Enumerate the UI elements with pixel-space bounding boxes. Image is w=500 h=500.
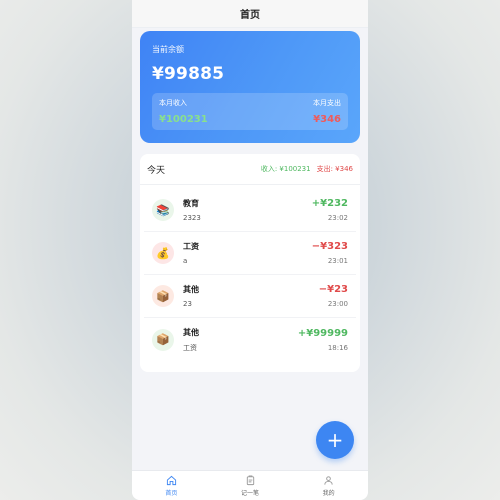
- tab-profile[interactable]: 我的: [289, 471, 368, 500]
- record-category: 其他: [183, 285, 199, 294]
- record-list: 📚 教育 2323 +¥232 23:02 💰 工资 a −¥323 23:01…: [140, 185, 360, 361]
- record-note: 23: [183, 300, 192, 308]
- record-time: 23:00: [327, 300, 348, 308]
- record-amount: +¥232: [311, 198, 348, 209]
- record-time: 23:02: [327, 214, 348, 222]
- record-item[interactable]: 📦 其他 23 −¥23 23:00: [144, 275, 356, 318]
- package-icon: 📦: [152, 328, 174, 351]
- balance-card: 当前余额 ¥99885 本月收入 ¥100231 本月支出 ¥346: [140, 31, 360, 143]
- tab-label: 记一笔: [241, 489, 260, 497]
- record-time: 18:16: [327, 343, 348, 352]
- record-amount: −¥23: [318, 284, 348, 295]
- clipboard-icon: [246, 474, 254, 485]
- record-category: 教育: [183, 199, 199, 208]
- month-expense: 本月支出 ¥346: [313, 98, 341, 125]
- today-records-card: 今天 收入: ¥100231 支出: ¥346 📚 教育 2323 +¥232 …: [140, 154, 360, 372]
- tab-add-record[interactable]: 记一笔: [211, 471, 290, 500]
- balance-value: ¥99885: [152, 64, 225, 84]
- day-summary: 收入: ¥100231 支出: ¥346: [261, 164, 353, 174]
- page-title: 首页: [240, 10, 260, 21]
- month-summary: 本月收入 ¥100231 本月支出 ¥346: [152, 93, 348, 130]
- app-screen: 首页 当前余额 ¥99885 本月收入 ¥100231 本月支出 ¥346 今天…: [132, 0, 368, 500]
- record-note: 工资: [183, 343, 197, 352]
- record-category: 工资: [183, 242, 199, 251]
- home-icon: [166, 475, 176, 485]
- tab-bar: 首页 记一笔 我的: [132, 470, 368, 500]
- tab-label: 我的: [322, 489, 335, 497]
- month-income: 本月收入 ¥100231: [159, 98, 208, 125]
- user-icon: [324, 475, 333, 485]
- tab-home[interactable]: 首页: [132, 471, 211, 500]
- record-time: 23:01: [327, 257, 348, 265]
- month-expense-value: ¥346: [313, 114, 341, 125]
- plus-icon: +: [326, 428, 344, 452]
- record-note: a: [183, 257, 188, 265]
- navbar: 首页: [132, 0, 368, 28]
- record-amount: +¥99999: [297, 327, 348, 339]
- record-amount: −¥323: [311, 241, 348, 252]
- balance-label: 当前余额: [152, 45, 184, 54]
- record-note: 2323: [183, 214, 201, 222]
- record-item[interactable]: 💰 工资 a −¥323 23:01: [144, 232, 356, 275]
- month-expense-label: 本月支出: [313, 99, 341, 107]
- day-income-summary: 收入: ¥100231: [260, 165, 311, 173]
- day-header: 今天 收入: ¥100231 支出: ¥346: [140, 154, 360, 185]
- record-category: 其他: [183, 327, 199, 337]
- day-title: 今天: [147, 165, 166, 176]
- record-item[interactable]: 📚 教育 2323 +¥232 23:02: [144, 189, 356, 232]
- month-income-label: 本月收入: [159, 99, 187, 107]
- add-record-button[interactable]: +: [316, 421, 354, 459]
- package-icon: 📦: [152, 285, 174, 307]
- money-bag-icon: 💰: [152, 242, 174, 264]
- tab-label: 首页: [165, 489, 178, 497]
- record-item[interactable]: 📦 其他 工资 +¥99999 18:16: [144, 318, 356, 361]
- month-income-value: ¥100231: [159, 114, 208, 125]
- books-icon: 📚: [152, 199, 174, 221]
- day-expense-summary: 支出: ¥346: [316, 165, 353, 173]
